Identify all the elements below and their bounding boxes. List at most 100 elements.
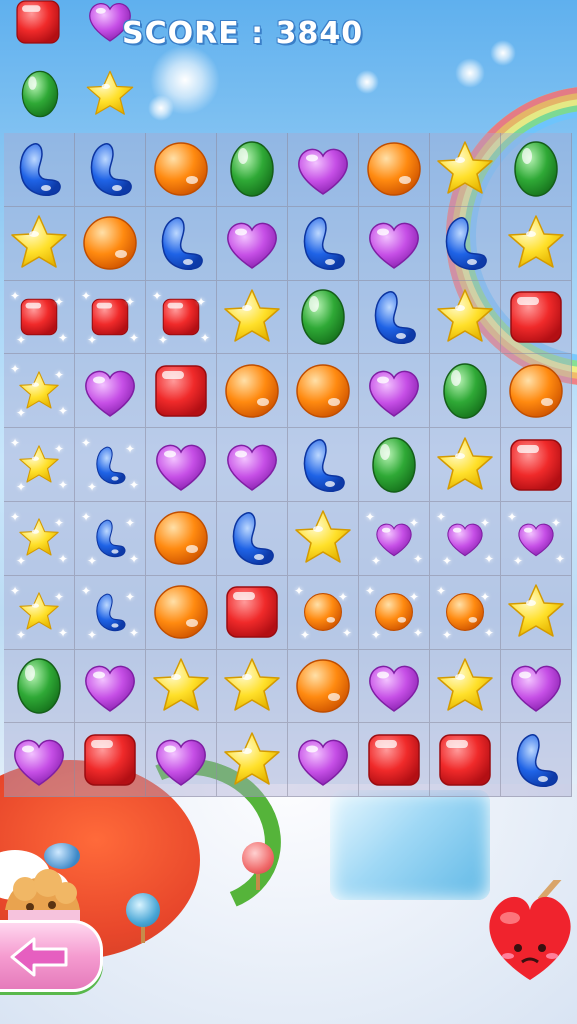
sparkle-effect-icon: ✦ — [125, 589, 136, 604]
board-cell[interactable]: ✦ ✦ ✦ ✦ — [146, 280, 217, 355]
board-cell[interactable] — [501, 649, 572, 724]
orange-ball-candy — [296, 659, 350, 713]
board-cell[interactable]: ✦ ✦ ✦ ✦ — [75, 428, 146, 502]
board-cell[interactable] — [217, 280, 288, 355]
board-cell[interactable]: ✦ ✦ ✦ ✦ — [359, 575, 430, 650]
board-cell[interactable] — [146, 723, 217, 798]
board-cell[interactable] — [217, 206, 288, 281]
sparkle-effect-icon: ✦ — [196, 294, 207, 309]
board-cell[interactable] — [75, 354, 146, 429]
board-cell[interactable] — [217, 723, 288, 798]
green-oval-candy — [443, 363, 487, 419]
sparkle-effect-icon: ✦ — [409, 515, 420, 530]
board-cell[interactable] — [146, 428, 217, 502]
orange-ball-candy — [83, 216, 137, 270]
board-cell[interactable] — [4, 206, 75, 281]
board-cell[interactable] — [146, 133, 217, 207]
lollipop — [126, 893, 160, 927]
board-cell[interactable] — [75, 206, 146, 281]
sparkle-effect-icon: ✦ — [10, 362, 21, 377]
sparkle-effect-icon: ✦ — [54, 515, 65, 530]
purple-heart-candy — [14, 739, 64, 786]
blue-bean-candy — [232, 512, 274, 566]
board-cell[interactable] — [288, 723, 359, 798]
board-cell[interactable] — [146, 206, 217, 281]
board-cell[interactable] — [359, 354, 430, 429]
sparkle-effect-icon: ✦ — [10, 288, 21, 303]
board-cell[interactable]: ✦ ✦ ✦ ✦ — [501, 501, 572, 576]
board-cell[interactable] — [430, 354, 501, 429]
board-cell[interactable] — [288, 206, 359, 281]
board-cell[interactable]: ✦ ✦ ✦ ✦ — [75, 501, 146, 576]
sparkle-effect-icon: ✦ — [413, 551, 424, 566]
board-cell[interactable] — [4, 723, 75, 798]
red-square-candy — [226, 586, 278, 638]
sparkle-effect-icon: ✦ — [365, 509, 376, 524]
board-cell[interactable]: ✦ ✦ ✦ ✦ — [75, 280, 146, 355]
board-cell[interactable] — [75, 649, 146, 724]
board-cell[interactable] — [430, 206, 501, 281]
board-cell[interactable]: ✦ ✦ ✦ ✦ — [288, 575, 359, 650]
sparkle-effect-icon: ✦ — [54, 294, 65, 309]
board-cell[interactable] — [430, 133, 501, 207]
back-button[interactable] — [0, 920, 103, 992]
board-cell[interactable] — [501, 280, 572, 355]
board-cell[interactable] — [4, 649, 75, 724]
game-board[interactable]: ✦ ✦ ✦ ✦ ✦ ✦ ✦ ✦ ✦ ✦ ✦ ✦ ✦ ✦ ✦ ✦ ✦ ✦ ✦ ✦ … — [4, 133, 572, 798]
board-cell[interactable] — [501, 428, 572, 502]
board-cell[interactable]: ✦ ✦ ✦ ✦ — [4, 501, 75, 576]
board-cell[interactable] — [359, 723, 430, 798]
board-cell[interactable] — [75, 723, 146, 798]
board-cell[interactable] — [217, 649, 288, 724]
board-cell[interactable] — [359, 206, 430, 281]
board-cell[interactable] — [217, 133, 288, 207]
board-cell[interactable] — [359, 133, 430, 207]
board-cell[interactable] — [288, 280, 359, 355]
sparkle-effect-icon: ✦ — [10, 436, 21, 451]
board-cell[interactable] — [146, 354, 217, 429]
board-cell[interactable] — [501, 133, 572, 207]
sparkle-effect-icon: ✦ — [152, 288, 163, 303]
board-cell[interactable] — [146, 501, 217, 576]
board-cell[interactable] — [4, 133, 75, 207]
board-cell[interactable] — [217, 501, 288, 576]
board-cell[interactable]: ✦ ✦ ✦ ✦ — [430, 575, 501, 650]
board-cell[interactable]: ✦ ✦ ✦ ✦ — [4, 280, 75, 355]
board-cell[interactable] — [501, 575, 572, 650]
board-cell[interactable] — [430, 280, 501, 355]
board-cell[interactable] — [146, 575, 217, 650]
board-cell[interactable] — [359, 428, 430, 502]
board-cell[interactable] — [75, 133, 146, 207]
board-cell[interactable]: ✦ ✦ ✦ ✦ — [4, 354, 75, 429]
board-cell[interactable] — [430, 649, 501, 724]
board-cell[interactable] — [288, 354, 359, 429]
board-cell[interactable] — [430, 723, 501, 798]
board-cell[interactable]: ✦ ✦ ✦ ✦ — [4, 575, 75, 650]
board-cell[interactable] — [359, 280, 430, 355]
board-cell[interactable] — [288, 501, 359, 576]
board-cell[interactable] — [217, 354, 288, 429]
board-cell[interactable] — [501, 723, 572, 798]
board-cell[interactable] — [501, 206, 572, 281]
board-cell[interactable]: ✦ ✦ ✦ ✦ — [4, 428, 75, 502]
board-cell[interactable] — [288, 428, 359, 502]
board-cell[interactable] — [146, 649, 217, 724]
red-square-candy — [16, 0, 60, 44]
green-oval-candy — [514, 141, 558, 198]
board-cell[interactable]: ✦ ✦ ✦ ✦ — [75, 575, 146, 650]
board-cell[interactable] — [217, 428, 288, 502]
board-cell[interactable] — [288, 649, 359, 724]
sparkle-effect-icon: ✦ — [81, 288, 92, 303]
board-cell[interactable]: ✦ ✦ ✦ ✦ — [430, 501, 501, 576]
board-cell[interactable]: ✦ ✦ ✦ ✦ — [359, 501, 430, 576]
board-cell[interactable] — [288, 133, 359, 207]
board-cell[interactable] — [430, 428, 501, 502]
blue-bean-candy — [90, 143, 132, 197]
board-cell[interactable] — [217, 575, 288, 650]
blue-bean-candy — [516, 733, 558, 787]
purple-heart-candy — [369, 370, 419, 417]
board-cell[interactable] — [359, 649, 430, 724]
candy-grid[interactable]: ✦ ✦ ✦ ✦ ✦ ✦ ✦ ✦ ✦ ✦ ✦ ✦ ✦ ✦ ✦ ✦ ✦ ✦ ✦ ✦ … — [4, 133, 572, 798]
sparkle-effect-icon: ✦ — [58, 478, 69, 493]
board-cell[interactable] — [501, 354, 572, 429]
